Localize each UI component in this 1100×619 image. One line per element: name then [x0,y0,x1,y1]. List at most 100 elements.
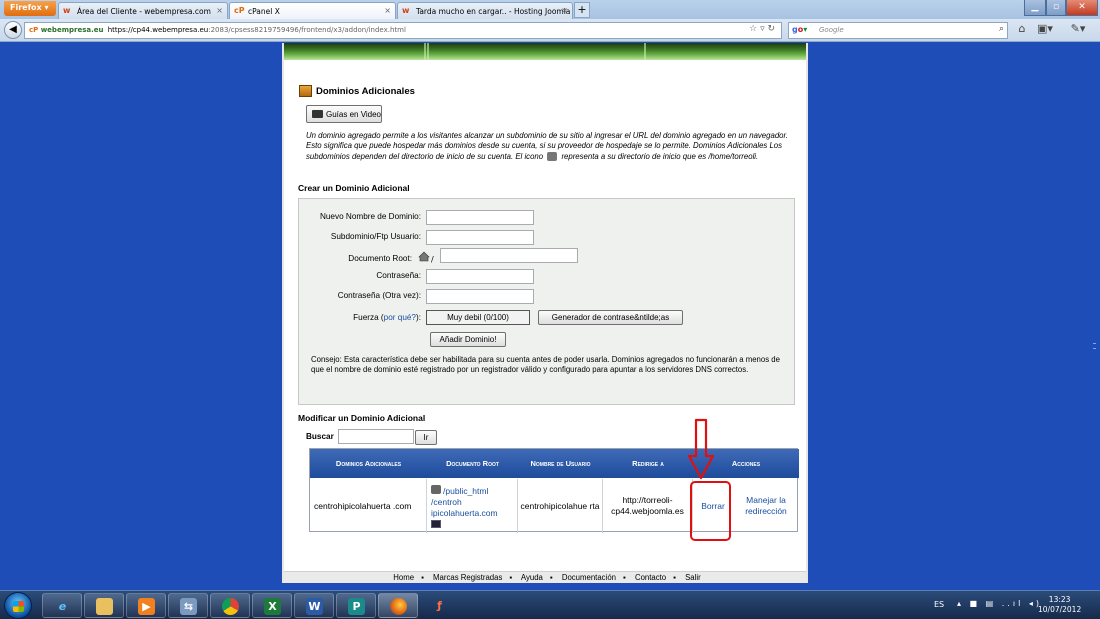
document-root-label: Documento Root: [348,254,412,263]
taskbar-clock[interactable]: 13:23 10/07/2012 [1038,595,1081,615]
close-window-button[interactable]: ✕ [1066,0,1098,16]
browser-titlebar: Firefox ▾ w Área del Cliente - webempres… [0,0,1100,19]
minimize-button[interactable]: ▁ [1024,0,1046,16]
annotation-highlight-box [690,481,731,541]
taskbar-filezilla[interactable]: ƒ [420,593,454,618]
modify-section-title: Modificar un Dominio Adicional [298,413,426,423]
taskbar-chrome[interactable] [210,593,250,618]
cell-doc-root: /public_html /centroh ipicolahuerta.com [427,479,518,533]
taskbar-media[interactable]: ▶ [126,593,166,618]
footer-trademarks-link[interactable]: Marcas Registradas [433,573,502,582]
search-placeholder: Google [819,26,844,34]
password-input[interactable] [426,269,534,284]
maximize-button[interactable]: ▫ [1046,0,1066,16]
intro-text: Un dominio agregado permite a los visita… [306,131,788,161]
firefox-menu-button[interactable]: Firefox ▾ [4,1,56,16]
cell-redirect: http://torreoli-cp44.webjoomla.es [603,479,693,533]
filezilla-icon: ƒ [437,599,442,612]
taskbar-excel[interactable]: X [252,593,292,618]
password-confirm-label: Contraseña (Otra vez): [337,291,421,300]
home-dir-icon [547,151,558,161]
search-bar[interactable]: go▾ Google ⌕ [788,22,1008,39]
close-tab-icon[interactable]: × [216,6,223,15]
domain-search-input[interactable] [338,429,414,444]
home-icon[interactable]: ⌂ [1012,22,1032,39]
tab-label: cPanel X [248,7,280,16]
url-bar[interactable]: cP webempresa.eu https://cp44.webempresa… [24,22,782,39]
tab-label: Área del Cliente - webempresa.com [77,7,211,16]
column-header[interactable]: Dominios Adicionales [310,449,427,478]
home-folder-icon [431,484,441,494]
tab-label: Tarda mucho en cargar.. - Hosting Joomla [416,7,571,16]
column-header[interactable]: Nombre de Usuario [518,449,603,478]
taskbar-ie[interactable]: e [42,593,82,618]
clock-time: 13:23 [1048,595,1071,604]
url-host: https://cp44.webempresa.eu [107,26,209,34]
firefox-icon [390,598,407,615]
column-header[interactable]: Redirige a [603,449,693,478]
add-domain-button[interactable]: Añadir Dominio! [430,332,506,347]
close-tab-icon[interactable]: × [561,6,568,15]
create-section-title: Crear un Dominio Adicional [298,183,410,193]
edit-icon[interactable] [431,519,441,528]
footer-contact-link[interactable]: Contacto [635,573,666,582]
webempresa-favicon: w [402,6,410,15]
back-arrow-icon[interactable]: ◀ [4,21,22,39]
footer-home-link[interactable]: Home [393,573,414,582]
video-guides-button[interactable]: Guías en Video [306,105,382,123]
publisher-icon: P [348,598,365,615]
tab-cpanel[interactable]: cP cPanel X × [229,2,396,19]
start-button[interactable] [4,592,32,619]
internet-explorer-icon: e [58,600,67,613]
url-path: :2083/cpsess8219759496/frontend/x3/addon… [208,26,406,34]
excel-icon: X [264,598,281,615]
folder-icon [96,598,113,615]
google-icon[interactable]: go▾ [792,25,807,34]
footer-logout-link[interactable]: Salir [685,573,701,582]
taskbar-explorer[interactable] [84,593,124,618]
taskbar-word[interactable]: W [294,593,334,618]
footer-help-link[interactable]: Ayuda [521,573,543,582]
new-tab-button[interactable]: + [574,2,590,18]
password-generator-button[interactable]: Generador de contrase&ntilde;as [538,310,683,325]
search-go-button[interactable]: Ir [415,430,437,445]
manage-redirect-link[interactable]: Manejar la redirección [733,479,799,533]
password-label: Contraseña: [376,271,421,280]
home-folder-icon [418,251,430,262]
tab-joomla[interactable]: w Tarda mucho en cargar.. - Hosting Joom… [397,2,573,19]
search-icon[interactable]: ⌕ [999,24,1004,34]
site-identity[interactable]: cP webempresa.eu [29,26,103,34]
subdomain-label: Subdominio/Ftp Usuario: [330,232,421,241]
addons-icon[interactable]: ✎▾ [1068,22,1088,39]
windows-taskbar: e ▶ ⇆ X W P ƒ ES ▴ ■ ▤ ..ıl ◂) 13:23 10/… [0,590,1100,619]
footer-docs-link[interactable]: Documentación [562,573,616,582]
language-indicator[interactable]: ES [934,600,944,609]
word-icon: W [306,598,323,615]
close-tab-icon[interactable]: × [384,6,391,15]
column-header[interactable]: Documento Root [427,449,518,478]
subdomain-input[interactable] [426,230,534,245]
window-scrollbar[interactable] [1089,43,1100,583]
bookmarks-icon[interactable]: ▣▾ [1035,22,1055,39]
media-player-icon: ▶ [138,598,155,615]
search-label: Buscar [306,432,334,441]
bookmark-star-icon[interactable]: ☆ ▿ ↻ [749,24,775,34]
system-tray-icons[interactable]: ▴ ■ ▤ ..ıl ◂) [957,599,1042,608]
new-domain-input[interactable] [426,210,534,225]
cpanel-favicon: cP [234,6,245,15]
page-footer: Home ▪ Marcas Registradas ▪ Ayuda ▪ Documen… [284,571,806,583]
password-strength-meter: Muy debil (0/100) [426,310,530,325]
cell-domain: centrohipicolahuerta .com [310,479,427,533]
why-link[interactable]: por qué? [384,313,416,322]
taskbar-publisher[interactable]: P [336,593,376,618]
windows-logo-icon [13,601,24,612]
page-title: Dominios Adicionales [316,86,415,97]
clock-date: 10/07/2012 [1038,605,1082,614]
taskbar-firefox[interactable] [378,593,418,618]
create-domain-form: Nuevo Nombre de Dominio: Subdominio/Ftp … [298,198,795,405]
cell-username: centrohipicolahue rta [518,479,603,533]
document-root-input[interactable] [440,248,578,263]
taskbar-network[interactable]: ⇆ [168,593,208,618]
tab-cliente[interactable]: w Área del Cliente - webempresa.com × [58,2,228,19]
password-confirm-input[interactable] [426,289,534,304]
